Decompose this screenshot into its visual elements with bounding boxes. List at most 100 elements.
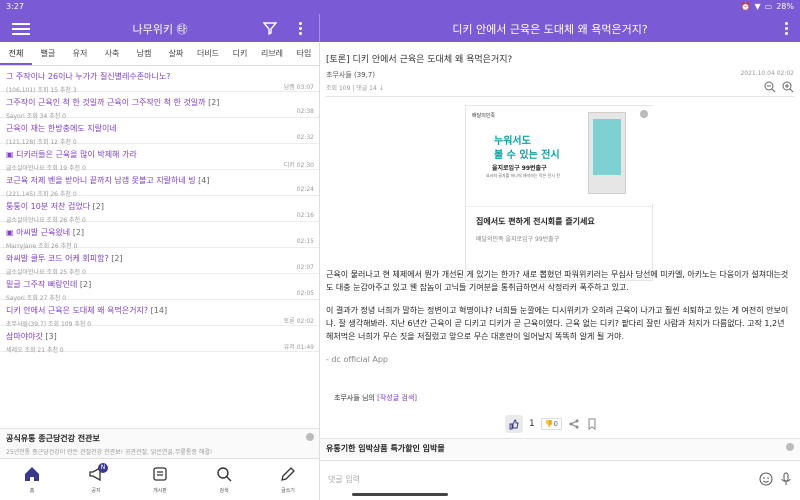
tab-derby[interactable]: 더비드 (192, 42, 224, 65)
post-more-options-icon[interactable] (780, 20, 792, 36)
list-item-title: 와씨발 쿨투 코드 어케 회피함? (6, 254, 109, 263)
list-item-time: 남캠 03:07 (283, 84, 314, 91)
microphone-icon[interactable] (778, 471, 794, 487)
list-item[interactable]: 디키 안에서 근육은 도대체 왜 욕먹은거지? [14] 초무사들(39,7) … (0, 300, 320, 328)
comment-count-badge: [2] (79, 280, 92, 289)
header-divider (326, 96, 794, 97)
tab-work[interactable]: 사축 (96, 42, 128, 65)
tab-all[interactable]: 전체 (0, 42, 32, 65)
tab-users[interactable]: 유저 (64, 42, 96, 65)
list-item-title: 근육이 재는 한방충에도 지랄이네 (6, 124, 117, 133)
post-list: 그 주작이나 26이나 누가가 질신별레수존아니노? (106,101) 조회 … (0, 66, 320, 428)
list-item[interactable]: 근육이 재는 한방충에도 지랄이네 (121,128) 조회 12 추천 0 0… (0, 118, 320, 146)
list-item-title: 퉁퉁이 10분 저찬 겁었다 (6, 202, 91, 211)
tab-namcam[interactable]: 남캠 (128, 42, 160, 65)
inline-ad-card[interactable]: 배달의민족 누워서도 볼 수 있는 전시 을지로입구 99번출구 요서와 글자를… (465, 105, 654, 281)
post-view: [토론] 디키 안에서 근육은 도대체 왜 욕먹은거지? 초무사들 (39,7)… (320, 42, 800, 500)
left-ad-banner[interactable]: 공식유통 종근당건강 전관보 25년전통 종근당건강이 만든 관절건강 전관보!… (0, 428, 320, 458)
nav-write-label: 글쓰기 (281, 488, 295, 494)
ad-caption: 집에서도 편하게 전시회를 즐기세요 (476, 217, 595, 226)
nav-notice[interactable]: N 공지 (64, 459, 128, 500)
list-item-title: 그 주작이나 26이나 누가가 질신별레수존아니노? (6, 72, 171, 81)
list-item[interactable]: ▣ 디키러들은 근육을 많이 박제해 가라 글소살아만나요 조회 19 추천 0… (0, 144, 320, 172)
alarm-icon: ⏰ (740, 2, 751, 11)
left-ad-title: 공식유통 종근당건강 전관보 (6, 434, 100, 443)
status-icons: ⏰ ▼ ▭ 28% (741, 2, 794, 11)
like-count: 1 (529, 419, 535, 429)
filter-icon[interactable] (262, 20, 278, 36)
list-item-time: 유저 01:49 (283, 344, 314, 351)
right-ad-title: 유통기한 임박상품 특가할인 임박몰 (326, 444, 445, 453)
post-paragraph: 이 결과가 정녕 너희가 말하는 정변이고 혁명이냐? 너희들 눈깔에는 디시위… (326, 306, 789, 341)
post-source: - dc official App (326, 355, 388, 364)
comment-count-badge: [2] (111, 254, 123, 263)
list-item[interactable]: 코근육 저제 벤을 받아니 끝까지 남갬 못볼고 지랄하네 빙 [4] (221… (0, 170, 320, 198)
ad-image: 배달의민족 누워서도 볼 수 있는 전시 을지로입구 99번출구 요서와 글자를… (466, 106, 654, 204)
nav-board[interactable]: 게시판 (128, 459, 192, 500)
list-item-time: 02:15 (296, 238, 314, 245)
tab-libre[interactable]: 리브레 (256, 42, 288, 65)
tab-dicki[interactable]: 디키 (224, 42, 256, 65)
bottom-navigation: 홈 N 공지 게시판 검색 글쓰기 (0, 458, 320, 500)
list-item[interactable]: ▣ 아씨발 근육왔네 [2] MarryJane 조회 26 추천 0 02:1… (0, 222, 320, 250)
ad-info-icon[interactable] (786, 443, 794, 451)
post-heading: [토론] 디키 안에서 근육은 도대체 왜 욕먹은거지? (326, 55, 513, 65)
dislike-count: 0 (553, 420, 558, 428)
ad-info-icon[interactable] (640, 110, 648, 118)
list-item[interactable]: 퉁퉁이 10분 저찬 겁었다 [2] 글소살아만나요 조회 26 추천 0 02… (0, 196, 320, 224)
status-bar: 3:27 ⏰ ▼ ▭ 28% (0, 0, 800, 14)
post-title-header: 디키 안에서 근육은 도대체 왜 욕먹은거지? (452, 23, 648, 36)
post-date: 2021.10.04 02:02 (740, 70, 794, 77)
nav-board-label: 게시판 (153, 488, 167, 494)
nav-search[interactable]: 검색 (192, 459, 256, 500)
search-icon (217, 467, 232, 482)
nav-search-label: 검색 (219, 488, 229, 494)
nav-home[interactable]: 홈 (0, 459, 64, 500)
list-item-title: 그주작이 근육인 척 한 것일까 근육이 그주작인 척 한 것일까 (6, 98, 206, 107)
bookmark-icon[interactable] (586, 418, 598, 430)
board-tabs: 전체 뻘글 유저 사축 남캠 살짜 더비드 디키 리브레 타임 (0, 42, 320, 66)
top-app-bar: 나무위키 ㉹ 디키 안에서 근육은 도대체 왜 욕먹은거지? (0, 14, 800, 42)
more-options-icon[interactable] (294, 20, 306, 36)
tab-diet[interactable]: 살짜 (160, 42, 192, 65)
ad-headline-1: 누워서도 (494, 136, 531, 147)
nav-home-label: 홈 (29, 488, 35, 494)
list-item-time: 02:38 (296, 108, 314, 115)
comment-input[interactable]: 댓글 입력 (328, 474, 360, 485)
pencil-icon (281, 467, 295, 481)
author-signature: 초무사들 님의 [작성글 검색] (334, 393, 417, 403)
list-item[interactable]: 삼마야야갓 [3] 세레오 조회 21 추천 0 유저 01:49 (0, 326, 320, 354)
system-home-indicator[interactable] (352, 493, 448, 496)
list-item-title: 아씨발 근육왔네 (16, 228, 71, 237)
ad-sponsor: 배달의민족 을지로입구 99번출구 (476, 236, 560, 243)
board-icon (153, 467, 167, 481)
list-item[interactable]: 밑글 그주작 뻐랑인데 [2] Sayori 조회 27 추천 0 02:05 (0, 274, 320, 302)
nav-write[interactable]: 글쓰기 (256, 459, 320, 500)
share-icon[interactable] (568, 418, 580, 430)
dislike-button[interactable]: 👎0 (540, 418, 562, 430)
ad-info-icon[interactable] (306, 433, 314, 441)
list-item-time: 토론 02:02 (283, 318, 314, 325)
list-item[interactable]: 와씨발 쿨투 코드 어케 회피함? [2] 글소살아만나요 조회 25 추천 0… (0, 248, 320, 276)
post-stats[interactable]: 조회 109 | 댓글 14 ↓ (326, 83, 384, 92)
emoticon-icon[interactable] (758, 471, 774, 487)
list-item[interactable]: 그 주작이나 26이나 누가가 질신별레수존아니노? (106,101) 조회 … (0, 66, 320, 94)
home-icon (25, 467, 39, 481)
status-time: 3:27 (6, 2, 24, 11)
post-actions: 1 👎0 (505, 415, 615, 433)
tab-time[interactable]: 타임 (288, 42, 320, 65)
search-posts-link[interactable]: [작성글 검색] (377, 394, 417, 402)
zoom-in-icon[interactable] (782, 81, 794, 93)
tab-random[interactable]: 뻘글 (32, 42, 64, 65)
list-item[interactable]: 그주작이 근육인 척 한 것일까 근육이 그주작인 척 한 것일까 [2] Sa… (0, 92, 320, 120)
zoom-out-icon[interactable] (764, 81, 776, 93)
post-body: 근육이 물러나고 현 체제에서 뭔가 개선된 게 있기는 한가? 새로 뽑혔던 … (326, 268, 792, 376)
list-item-title: 디키 안에서 근육은 도대체 왜 욕먹은거지? (6, 306, 149, 315)
comment-count-badge: [2] (72, 228, 85, 237)
battery-level: 28% (776, 2, 794, 11)
like-button[interactable] (505, 415, 523, 433)
list-item-time: 디키 02:30 (283, 162, 314, 169)
post-author[interactable]: 초무사들 (39,7) (326, 70, 375, 80)
right-ad-banner[interactable]: 유통기한 임박상품 특가할인 임박몰 (320, 438, 800, 458)
comment-count-badge: [2] (92, 202, 104, 211)
